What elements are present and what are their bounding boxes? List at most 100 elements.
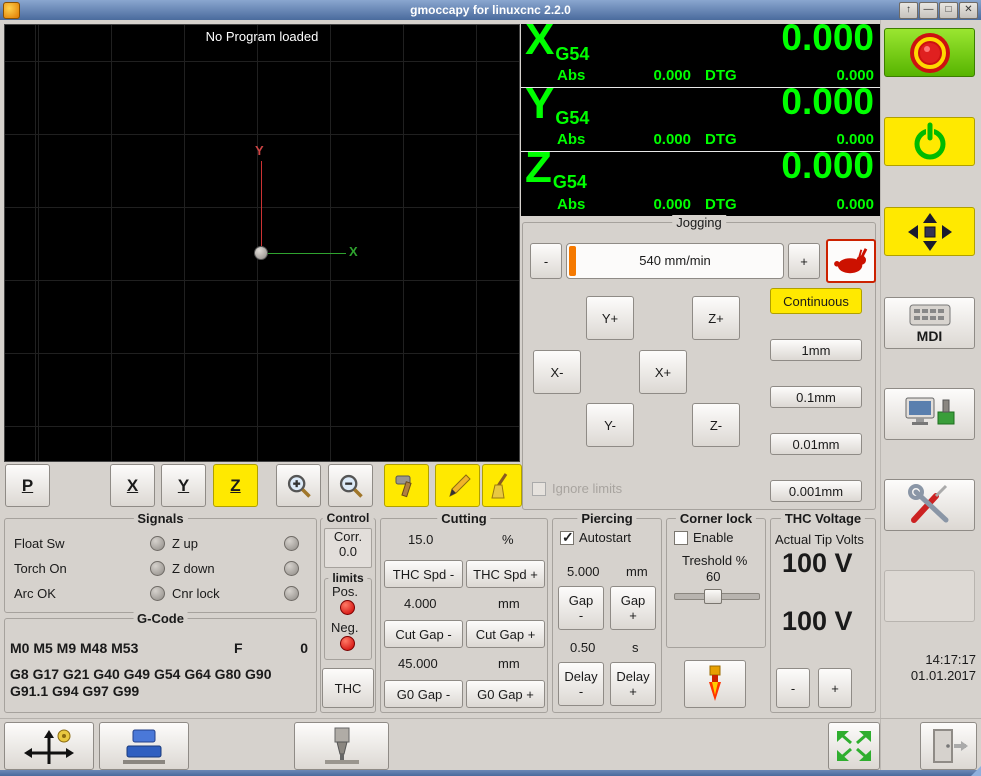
window-shade-button[interactable]: ↑	[899, 2, 918, 19]
zoom-in-button[interactable]	[276, 464, 321, 507]
axis-z-abs-label: Abs	[557, 196, 586, 213]
correction-display: Corr. 0.0	[324, 528, 372, 568]
estop-button[interactable]	[884, 28, 975, 77]
pierce-delay-plus-button[interactable]: Delay +	[610, 662, 656, 706]
increment-1mm-button[interactable]: 1mm	[770, 339, 862, 361]
pierce-delay-unit: s	[632, 640, 639, 655]
jog-z-plus-button[interactable]: Z+	[692, 296, 740, 340]
window-close-button[interactable]: ✕	[959, 2, 978, 19]
user-tab-button	[884, 570, 975, 622]
limits-title: limits	[328, 571, 368, 585]
jog-fast-toggle-button[interactable]	[826, 239, 876, 283]
jog-x-minus-button[interactable]: X-	[533, 350, 581, 394]
control-title: Control	[322, 511, 374, 525]
signal-arc-ok-led	[150, 586, 165, 601]
g0-gap-plus-button[interactable]: G0 Gap +	[466, 680, 545, 708]
increment-001mm-button[interactable]: 0.01mm	[770, 433, 862, 455]
dro-axis-x[interactable]: XG54 0.000 Abs 0.000 DTG 0.000	[521, 15, 880, 88]
machine-on-button[interactable]	[884, 117, 975, 166]
x-axis-line	[262, 253, 346, 254]
pierce-gap-minus-button[interactable]: Gap -	[558, 586, 604, 630]
volts-minus-button[interactable]: -	[776, 668, 810, 708]
zoom-in-icon	[285, 472, 313, 500]
setup-mode-button[interactable]	[884, 388, 975, 440]
rabbit-icon	[832, 246, 870, 276]
zoom-out-button[interactable]	[328, 464, 373, 507]
cut-gap-plus-button[interactable]: Cut Gap +	[466, 620, 545, 648]
ignore-limits-checkbox[interactable]	[532, 482, 546, 496]
clear-plot-button[interactable]	[482, 464, 522, 507]
jog-speed-plus-button[interactable]: +	[788, 243, 820, 279]
torch-icon	[702, 665, 728, 703]
x-axis-label: X	[349, 244, 358, 259]
jog-z-minus-button[interactable]: Z-	[692, 403, 740, 447]
exit-button[interactable]	[920, 722, 977, 770]
pierce-delay-value: 0.50	[570, 640, 596, 655]
pencil-icon	[444, 472, 472, 500]
corner-lock-enable-checkbox[interactable]	[674, 531, 688, 545]
signal-z-up-led	[284, 536, 299, 551]
fullscreen-button[interactable]	[828, 722, 880, 770]
axes-origin-icon	[22, 726, 76, 766]
mdi-mode-button[interactable]: MDI	[884, 297, 975, 349]
resize-grip[interactable]	[971, 766, 981, 776]
keypad-icon	[908, 303, 952, 327]
gcode-title: G-Code	[133, 611, 188, 626]
thc-button[interactable]: THC	[322, 668, 374, 708]
autostart-label: Autostart	[579, 530, 632, 545]
increment-0001mm-button[interactable]: 0.001mm	[770, 480, 862, 502]
y-axis-label: Y	[255, 143, 264, 158]
torch-button[interactable]	[684, 660, 746, 708]
thc-speed-minus-button[interactable]: THC Spd -	[384, 560, 463, 588]
window-maximize-button[interactable]: □	[939, 2, 958, 19]
pierce-gap-plus-button[interactable]: Gap +	[610, 586, 656, 630]
jog-y-plus-button[interactable]: Y+	[586, 296, 634, 340]
thc-voltage-title: THC Voltage	[780, 511, 866, 526]
jog-speed-slider[interactable]: 540 mm/min	[566, 243, 784, 279]
clock-date: 01.01.2017	[910, 668, 976, 683]
active-m-codes: M0 M5 M9 M48 M53	[10, 640, 139, 656]
limit-pos-label: Pos.	[332, 584, 359, 599]
tool-measure-button[interactable]	[384, 464, 429, 507]
cutting-title: Cutting	[437, 511, 491, 526]
settings-button[interactable]	[884, 479, 975, 531]
cut-gap-minus-button[interactable]: Cut Gap -	[384, 620, 463, 648]
jog-continuous-button[interactable]: Continuous	[770, 288, 862, 314]
bottom-divider	[0, 718, 981, 719]
axis-y-abs-value: 0.000	[653, 131, 691, 148]
dro-axis-z[interactable]: ZG54 0.000 Abs 0.000 DTG 0.000	[521, 143, 880, 216]
thc-speed-plus-button[interactable]: THC Spd +	[466, 560, 545, 588]
threshold-slider-handle[interactable]	[704, 589, 722, 604]
signal-z-up-label: Z up	[172, 536, 199, 551]
tools-icon	[906, 484, 954, 526]
tool-change-button[interactable]	[294, 722, 389, 770]
dro-axis-y[interactable]: YG54 0.000 Abs 0.000 DTG 0.000	[521, 79, 880, 152]
pierce-delay-minus-button[interactable]: Delay -	[558, 662, 604, 706]
jog-mode-button[interactable]	[884, 207, 975, 256]
jogging-title: Jogging	[672, 215, 726, 230]
probe-button[interactable]	[99, 722, 189, 770]
dimensions-button[interactable]	[435, 464, 480, 507]
spindle-tool-icon	[317, 726, 367, 766]
jog-x-plus-button[interactable]: X+	[639, 350, 687, 394]
axis-z-abs-value: 0.000	[653, 196, 691, 213]
jog-y-minus-button[interactable]: Y-	[586, 403, 634, 447]
gremlin-preview[interactable]: No Program loaded Y X	[4, 24, 520, 462]
jog-speed-minus-button[interactable]: -	[530, 243, 562, 279]
view-p-button[interactable]: P	[5, 464, 50, 507]
window-minimize-button[interactable]: —	[919, 2, 938, 19]
axis-y-value: 0.000	[781, 81, 874, 122]
volts-plus-button[interactable]: +	[818, 668, 852, 708]
view-x-button[interactable]: X	[110, 464, 155, 507]
window-frame-bottom	[0, 770, 981, 776]
correction-label: Corr.	[333, 529, 363, 544]
signal-torch-on-led	[150, 561, 165, 576]
increment-01mm-button[interactable]: 0.1mm	[770, 386, 862, 408]
expand-arrows-icon	[835, 729, 873, 763]
view-y-button[interactable]: Y	[161, 464, 206, 507]
view-z-button[interactable]: Z	[213, 464, 258, 507]
touch-off-button[interactable]	[4, 722, 94, 770]
ignore-limits-label: Ignore limits	[552, 481, 623, 496]
g0-gap-minus-button[interactable]: G0 Gap -	[384, 680, 463, 708]
autostart-checkbox[interactable]	[560, 529, 574, 546]
